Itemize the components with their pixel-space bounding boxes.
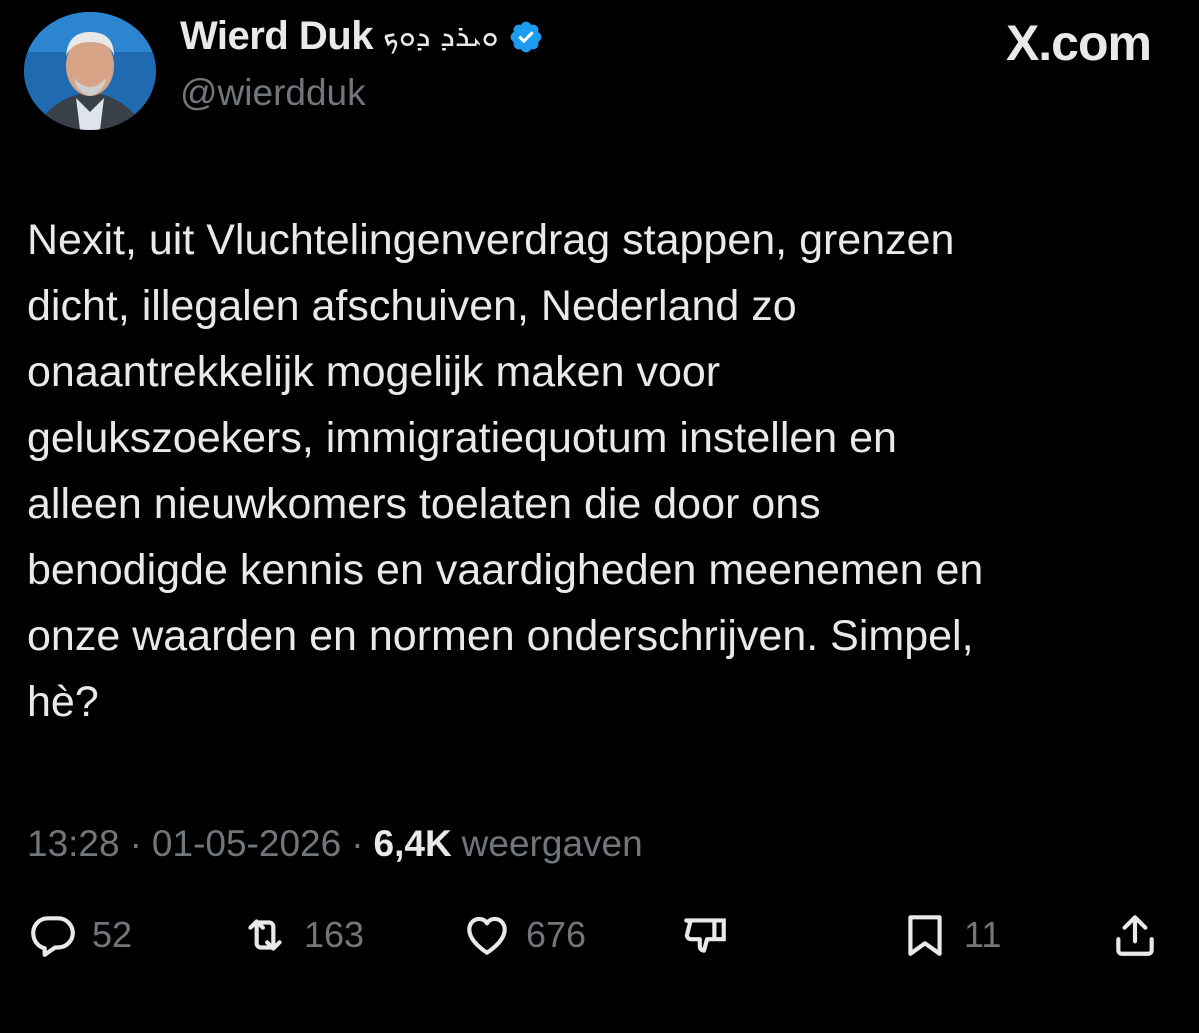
reply-count: 52 bbox=[92, 914, 133, 955]
tweet-date[interactable]: 01-05-2026 bbox=[152, 823, 341, 865]
downvote-icon bbox=[684, 918, 726, 953]
heart-icon bbox=[467, 916, 507, 955]
meta-separator: · bbox=[351, 823, 364, 864]
avatar[interactable] bbox=[24, 12, 156, 130]
avatar-image bbox=[24, 12, 156, 130]
bookmark-count: 11 bbox=[964, 914, 1002, 955]
meta-separator: · bbox=[129, 823, 142, 864]
like-button[interactable]: 676 bbox=[462, 910, 586, 960]
author-handle[interactable]: @wierdduk bbox=[180, 72, 366, 114]
reply-icon bbox=[31, 916, 75, 957]
repost-count: 163 bbox=[304, 914, 365, 955]
tweet-meta: 13:28 · 01-05-2026 · 6,4K weergaven bbox=[27, 823, 643, 865]
reply-button[interactable]: 52 bbox=[28, 910, 132, 960]
brand-logo: X.com bbox=[1005, 15, 1152, 71]
bookmark-icon bbox=[908, 915, 942, 956]
share-icon bbox=[1116, 915, 1154, 956]
display-name[interactable]: Wierd Duk bbox=[180, 14, 373, 59]
repost-button[interactable]: 163 bbox=[240, 910, 364, 960]
downvote-button[interactable] bbox=[680, 910, 730, 960]
action-bar: 52 163 676 11 bbox=[0, 910, 1199, 980]
verified-badge-icon bbox=[511, 21, 542, 52]
tweet-time[interactable]: 13:28 bbox=[27, 823, 120, 865]
views-label: weergaven bbox=[461, 823, 643, 864]
author-name-row: Wierd Duk ܘܝܪܕ ܕܘܟ bbox=[180, 14, 544, 59]
views-count: 6,4K bbox=[373, 823, 452, 864]
like-count: 676 bbox=[526, 914, 587, 955]
share-button[interactable] bbox=[1110, 910, 1160, 960]
repost-icon bbox=[248, 919, 282, 951]
tweet-text: Nexit, uit Vluchtelingenverdrag stappen,… bbox=[27, 216, 984, 726]
name-glyphs: ܘܝܪܕ ܕܘܟ bbox=[382, 19, 499, 54]
bookmark-button[interactable]: 11 bbox=[900, 910, 1001, 960]
